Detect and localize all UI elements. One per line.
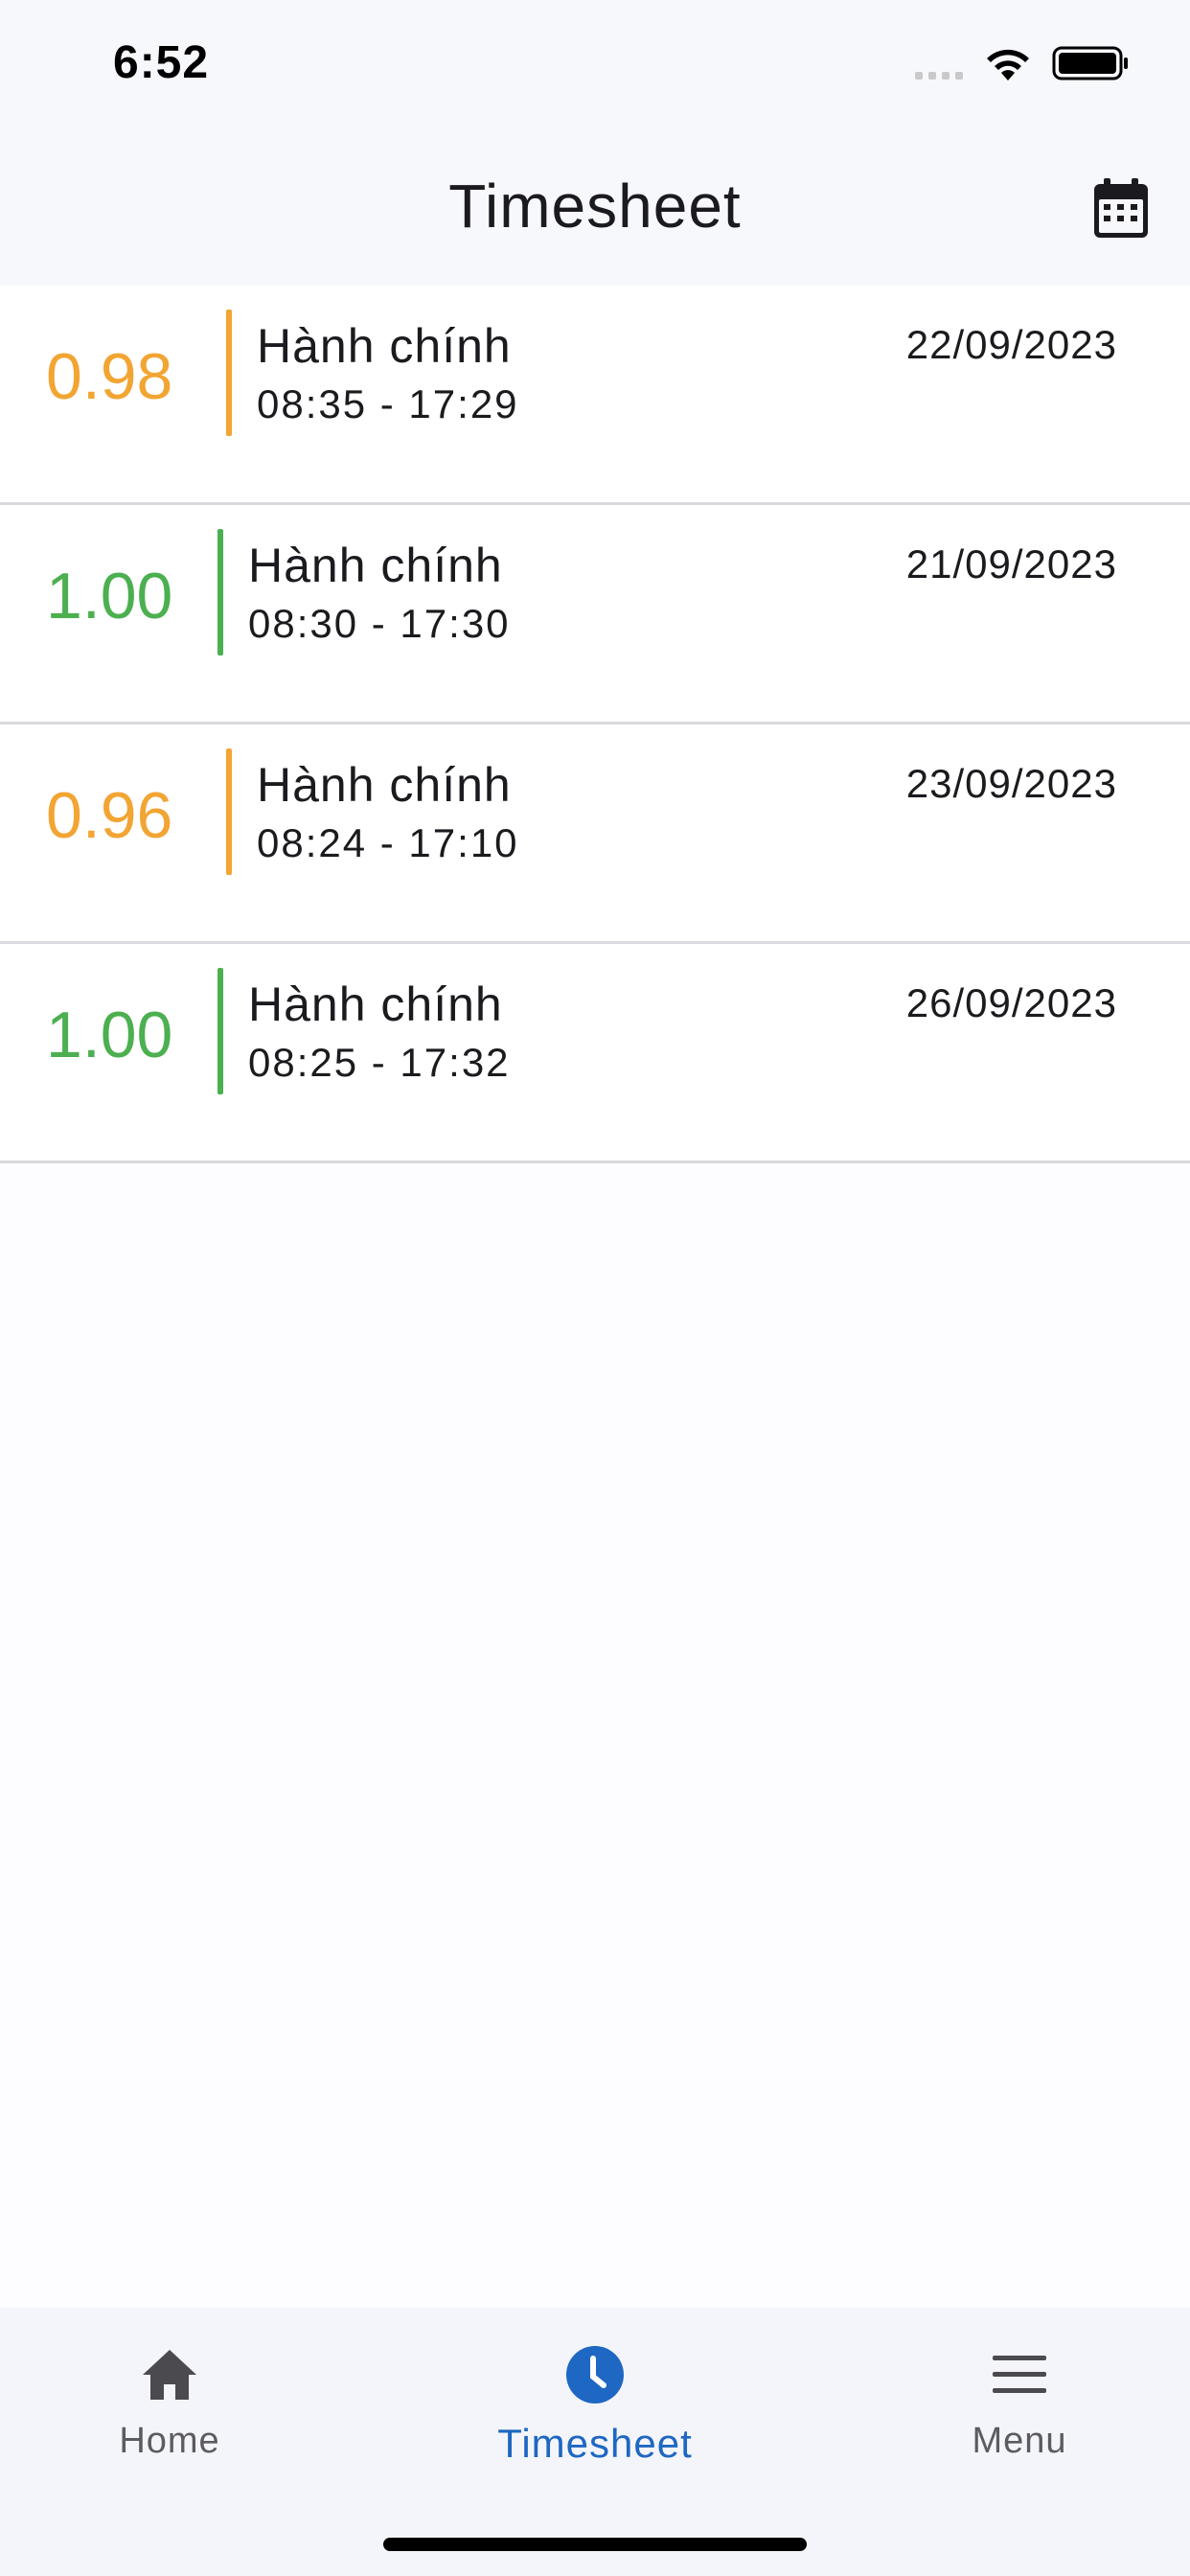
shift-name: Hành chính	[257, 758, 512, 812]
entry-date: 26/09/2023	[905, 980, 1117, 1025]
nav-menu-label: Menu	[972, 2421, 1067, 2461]
workday-value: 0.98	[46, 340, 173, 413]
wifi-icon	[987, 49, 1029, 80]
shift-name: Hành chính	[248, 539, 503, 592]
home-icon	[143, 2350, 196, 2400]
page-title: Timesheet	[448, 172, 742, 241]
status-bar-indicator	[217, 529, 223, 656]
clock-icon	[566, 2346, 624, 2404]
bottom-navigation: Home Timesheet Menu	[0, 2308, 1190, 2576]
nav-menu[interactable]: Menu	[895, 2336, 1144, 2462]
timesheet-row[interactable]: 0.96 Hành chính 08:24 - 17:10 23/09/2023	[0, 724, 1190, 944]
shift-hours: 08:25 - 17:32	[248, 1040, 511, 1085]
timesheet-row[interactable]: 1.00 Hành chính 08:30 - 17:30 21/09/2023	[0, 505, 1190, 724]
status-bar-indicator	[217, 968, 223, 1094]
shift-name: Hành chính	[248, 978, 503, 1031]
shift-hours: 08:30 - 17:30	[248, 601, 511, 646]
workday-value: 1.00	[46, 999, 173, 1071]
status-bar-indicator	[226, 310, 232, 436]
calendar-icon[interactable]	[1092, 176, 1150, 240]
home-indicator[interactable]	[383, 2538, 807, 2551]
entry-date: 21/09/2023	[905, 541, 1117, 586]
workday-value: 0.96	[46, 779, 173, 852]
timesheet-row[interactable]: 1.00 Hành chính 08:25 - 17:32 26/09/2023	[0, 944, 1190, 1163]
status-bar-indicator	[226, 748, 232, 875]
shift-name: Hành chính	[257, 319, 512, 373]
cellular-signal-icon	[915, 72, 963, 80]
entry-date: 22/09/2023	[905, 322, 1117, 367]
shift-hours: 08:35 - 17:29	[257, 381, 519, 426]
entry-date: 23/09/2023	[905, 761, 1117, 806]
timesheet-row[interactable]: 0.98 Hành chính 08:35 - 17:29 22/09/2023	[0, 286, 1190, 505]
app-header: Timesheet	[0, 134, 1190, 286]
status-bar: 6:52	[0, 0, 1190, 134]
menu-icon	[993, 2356, 1046, 2393]
workday-value: 1.00	[46, 560, 173, 632]
battery-icon	[1052, 46, 1128, 80]
shift-hours: 08:24 - 17:10	[257, 820, 519, 865]
nav-timesheet-label: Timesheet	[497, 2421, 693, 2466]
status-time: 6:52	[113, 37, 210, 88]
nav-timesheet[interactable]: Timesheet	[470, 2336, 720, 2467]
nav-home[interactable]: Home	[45, 2336, 294, 2462]
timesheet-list: 0.98 Hành chính 08:35 - 17:29 22/09/2023…	[0, 286, 1190, 1163]
nav-home-label: Home	[119, 2421, 220, 2461]
